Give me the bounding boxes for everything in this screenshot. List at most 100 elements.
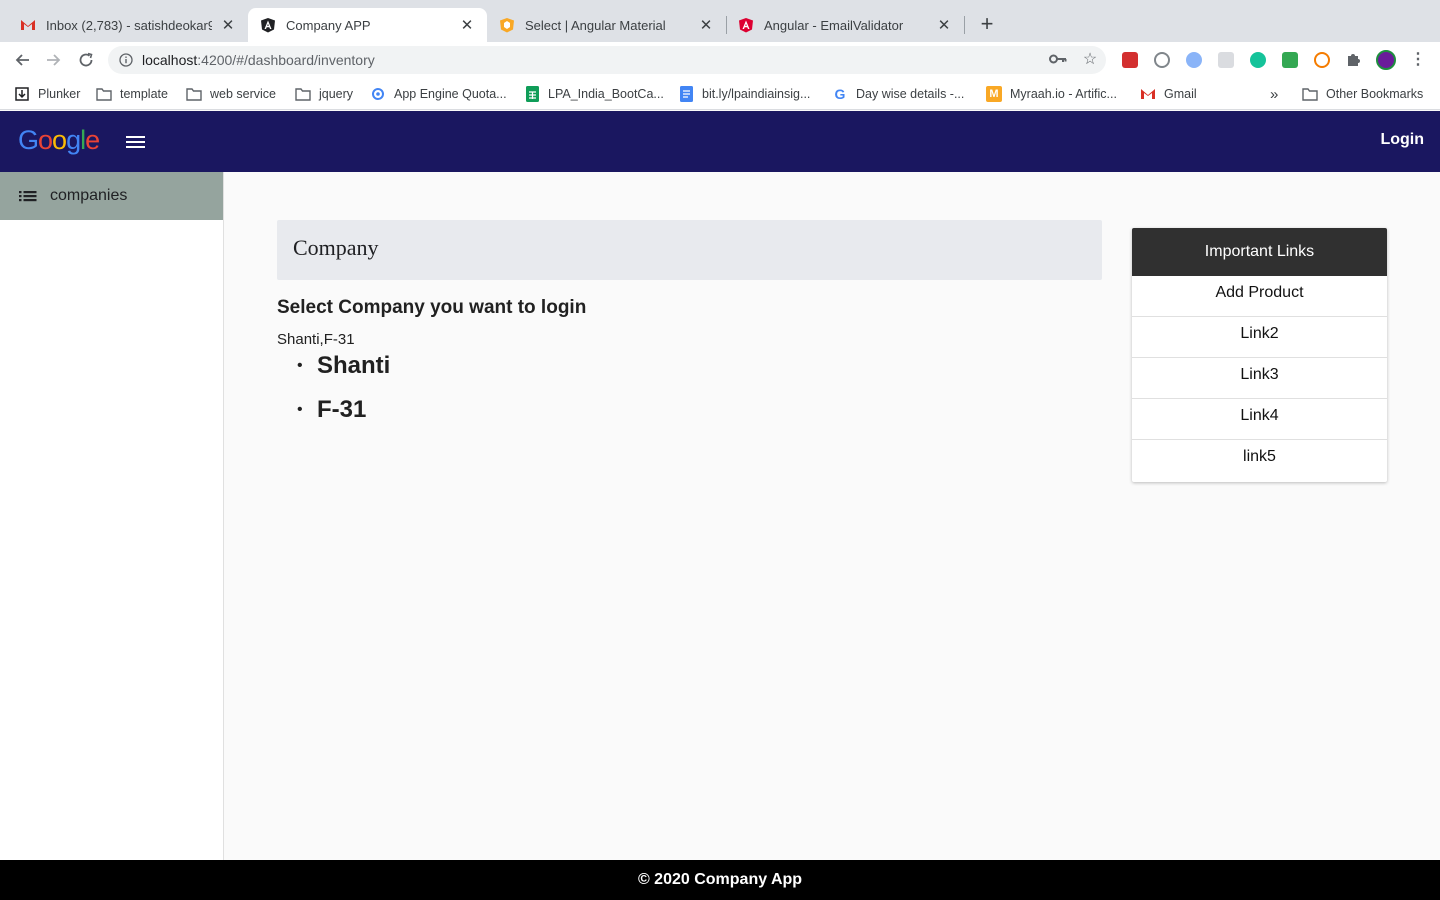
bookmark-myraah[interactable]: M Myraah.io - Artific... xyxy=(986,85,1117,103)
gmail-icon xyxy=(1140,86,1156,102)
url-host: localhost xyxy=(142,52,198,68)
folder-icon xyxy=(295,86,311,102)
app-engine-icon xyxy=(370,86,386,102)
footer: © 2020 Company App xyxy=(0,860,1440,900)
tab-email-validator[interactable]: Angular - EmailValidator ✕ xyxy=(726,8,964,42)
back-button[interactable] xyxy=(10,48,34,72)
bookmark-label: Myraah.io - Artific... xyxy=(1010,87,1117,101)
reload-icon xyxy=(79,52,93,67)
arrow-right-icon xyxy=(47,54,61,66)
tab-title: Company APP xyxy=(286,17,371,33)
bookmark-label: LPA_India_BootCa... xyxy=(548,87,664,101)
google-icon: G xyxy=(834,86,846,102)
company-list: Shanti F-31 xyxy=(277,349,390,437)
bookmark-bitly[interactable]: bit.ly/lpaindiainsig... xyxy=(678,85,810,103)
tab-title: Angular - EmailValidator xyxy=(764,17,904,33)
skype-extension-icon[interactable] xyxy=(1154,52,1170,68)
link-add-product[interactable]: Add Product xyxy=(1132,276,1387,317)
bookmark-label: web service xyxy=(210,87,276,101)
link-link4[interactable]: Link4 xyxy=(1132,399,1387,440)
link-link2[interactable]: Link2 xyxy=(1132,317,1387,358)
bookmarks-overflow-button[interactable]: » xyxy=(1270,85,1278,103)
bookmark-label: App Engine Quota... xyxy=(394,87,507,101)
sidebar-item-label: companies xyxy=(50,187,128,204)
bookmark-label: jquery xyxy=(319,87,354,101)
grammarly-icon[interactable] xyxy=(1250,52,1266,68)
close-icon[interactable]: ✕ xyxy=(220,16,236,34)
list-item: Shanti xyxy=(277,349,390,393)
list-icon xyxy=(18,189,38,203)
bookmark-label: template xyxy=(120,87,168,101)
forward-button[interactable] xyxy=(42,48,66,72)
tab-separator xyxy=(964,16,965,34)
selected-companies-text: Shanti,F-31 xyxy=(277,331,355,348)
bookmark-label: Day wise details -... xyxy=(856,87,965,101)
angular-icon xyxy=(738,17,754,33)
myraah-icon: M xyxy=(986,86,1002,102)
login-button[interactable]: Login xyxy=(1380,131,1424,149)
company-header-card: Company xyxy=(277,220,1102,280)
extension-icon[interactable] xyxy=(1282,52,1298,68)
key-icon[interactable] xyxy=(1048,49,1068,69)
docs-icon xyxy=(678,86,694,102)
tab-title: Inbox (2,783) - satishdeokar94 xyxy=(46,17,212,33)
sheets-icon xyxy=(524,86,540,102)
list-item: F-31 xyxy=(277,393,390,437)
other-bookmarks[interactable]: Other Bookmarks xyxy=(1302,85,1423,103)
tab-company-app[interactable]: Company APP ✕ xyxy=(248,8,487,42)
bookmark-day-wise[interactable]: G Day wise details -... xyxy=(832,85,965,103)
page-title: Company xyxy=(293,235,379,260)
bookmark-plunker[interactable]: Plunker xyxy=(14,85,80,103)
avatar[interactable] xyxy=(1376,50,1396,70)
tab-angular-material[interactable]: Select | Angular Material ✕ xyxy=(487,8,726,42)
info-icon[interactable] xyxy=(118,52,134,68)
extension-icon[interactable] xyxy=(1186,52,1202,68)
cors-extension-icon[interactable] xyxy=(1122,52,1138,68)
close-icon[interactable]: ✕ xyxy=(936,16,952,34)
sidebar-item-companies[interactable]: companies xyxy=(0,172,223,220)
puzzle-icon[interactable] xyxy=(1344,49,1364,69)
bookmark-web-service[interactable]: web service xyxy=(186,85,276,103)
menu-icon[interactable] xyxy=(126,134,146,155)
bookmark-app-engine[interactable]: App Engine Quota... xyxy=(370,85,507,103)
bookmark-lpa-india[interactable]: LPA_India_BootCa... xyxy=(524,85,664,103)
plunker-icon xyxy=(14,86,30,102)
close-icon[interactable]: ✕ xyxy=(698,16,714,34)
other-bookmarks-label: Other Bookmarks xyxy=(1326,87,1424,101)
link-link3[interactable]: Link3 xyxy=(1132,358,1387,399)
kebab-menu-icon[interactable]: ⋮ xyxy=(1408,49,1428,69)
folder-icon xyxy=(1302,86,1318,102)
close-icon[interactable]: ✕ xyxy=(459,16,475,34)
tab-title: Select | Angular Material xyxy=(525,17,666,33)
arrow-left-icon xyxy=(15,54,29,66)
google-logo: Google xyxy=(18,125,100,155)
star-icon[interactable]: ☆ xyxy=(1080,49,1100,69)
link-link5[interactable]: link5 xyxy=(1132,440,1387,481)
tab-inbox[interactable]: Inbox (2,783) - satishdeokar94 ✕ xyxy=(8,8,248,42)
bookmark-jquery[interactable]: jquery xyxy=(295,85,353,103)
bookmark-label: bit.ly/lpaindiainsig... xyxy=(702,87,811,101)
extension-icon[interactable] xyxy=(1314,52,1330,68)
browser-tab-bar: Inbox (2,783) - satishdeokar94 ✕ Company… xyxy=(0,0,1440,42)
bookmark-label: Plunker xyxy=(38,87,81,101)
bookmark-label: Gmail xyxy=(1164,87,1197,101)
select-company-heading: Select Company you want to login xyxy=(277,297,587,318)
sidenav: companies xyxy=(0,172,224,860)
new-tab-button[interactable]: + xyxy=(976,12,998,38)
important-links-title: Important Links xyxy=(1132,228,1387,276)
extension-icon[interactable] xyxy=(1218,52,1234,68)
angular-icon xyxy=(260,17,276,33)
bookmarks-bar: Plunker template web service jquery App … xyxy=(0,78,1440,110)
address-bar[interactable]: localhost:4200/#/dashboard/inventory xyxy=(108,46,1106,74)
important-links-card: Important Links Add Product Link2 Link3 … xyxy=(1132,228,1387,482)
bookmark-template[interactable]: template xyxy=(96,85,168,103)
bookmark-gmail[interactable]: Gmail xyxy=(1140,85,1197,103)
app-toolbar: Google xyxy=(0,111,1440,172)
gmail-icon xyxy=(20,17,36,33)
url-path: :4200/#/dashboard/inventory xyxy=(197,52,375,68)
browser-toolbar: localhost:4200/#/dashboard/inventory ☆ ⋮ xyxy=(0,42,1440,78)
folder-icon xyxy=(186,86,202,102)
reload-button[interactable] xyxy=(74,48,98,72)
angular-material-icon xyxy=(499,17,515,33)
folder-icon xyxy=(96,86,112,102)
